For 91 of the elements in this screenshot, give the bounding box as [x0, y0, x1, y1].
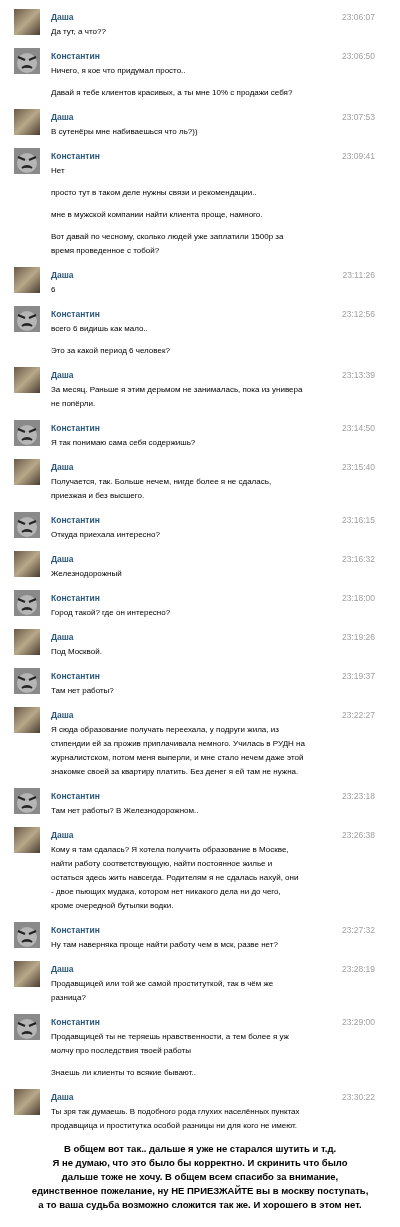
- message-time: 23:06:07: [341, 12, 375, 22]
- sender-name[interactable]: Константин: [51, 515, 100, 525]
- message-text: 6: [51, 284, 57, 296]
- avatar-photo-placeholder[interactable]: [14, 459, 40, 485]
- avatar-face-icon[interactable]: [14, 420, 40, 446]
- message-text: Вот давай по чесному, сколько людей уже заплатили 1500р за время проведенное с тобой?: [51, 231, 285, 257]
- message-time: 23:09:41: [341, 151, 375, 161]
- message-text: Ничего, я кое что придумал просто..: [51, 65, 187, 77]
- message-text: Кому я там сдалась? Я хотела получить образование в Москве, найти работу соответствующую, найти постоянное жилье и остаться здесь жить навсегда. Родителям я не сдалась нахуй, они - двое пьющих мудака, котором нет никакого дела ни до чего, кроме очередной бутылки водки.: [51, 844, 300, 912]
- avatar-face-icon[interactable]: [14, 668, 40, 694]
- avatar-photo-placeholder[interactable]: [14, 267, 40, 293]
- message-time: 23:22:27: [341, 710, 375, 720]
- avatar-photo-placeholder[interactable]: [14, 109, 40, 135]
- sender-name[interactable]: Даша: [51, 632, 74, 642]
- avatar-photo-placeholder[interactable]: [14, 827, 40, 853]
- message-text: Давай я тебе клиентов красивых, а ты мне 10% с продажи себя?: [51, 87, 294, 99]
- avatar-photo-placeholder[interactable]: [14, 551, 40, 577]
- sender-name[interactable]: Константин: [51, 151, 100, 161]
- avatar-face-icon[interactable]: [14, 1014, 40, 1040]
- avatar-face-icon[interactable]: [14, 48, 40, 74]
- sender-name[interactable]: Даша: [51, 370, 74, 380]
- sender-name[interactable]: Даша: [51, 112, 74, 122]
- message-text: Нет: [51, 165, 66, 177]
- message-text: Да тут, а что??: [51, 26, 107, 38]
- caption-text: В общем вот так.. дальше я уже не старался шутить и т.д. Я не думаю, что это было бы корректно. И скринить что было дальше тоже не хочу. В общем всем спасибо за внимание, единственное пожелание, ну НЕ ПРИЕЗЖАЙТЕ вы в москву поступать, а то ваша судьба возможно сложится так же. И хорошего в этом нет.: [30, 1142, 370, 1212]
- message-time: 23:16:15: [341, 515, 375, 525]
- message-text: Откуда приехала интересно?: [51, 529, 161, 541]
- sender-name[interactable]: Константин: [51, 925, 100, 935]
- message-text: Продавщицей ты не теряешь нравственности, а тем более я уж молчу про последствия твоей работы: [51, 1031, 290, 1057]
- message-time: 23:12:56: [341, 309, 375, 319]
- sender-name[interactable]: Константин: [51, 791, 100, 801]
- message-time: 23:11:26: [342, 270, 375, 280]
- message-time: 23:06:50: [341, 51, 375, 61]
- message-time: 23:18:00: [341, 593, 375, 603]
- avatar-photo-placeholder[interactable]: [14, 1089, 40, 1115]
- sender-name[interactable]: Константин: [51, 671, 100, 681]
- message-text: За месяц. Раньше я этим дерьмом не занималась, пока из универа не попёрли.: [51, 384, 304, 410]
- avatar-face-icon[interactable]: [14, 512, 40, 538]
- avatar-face-icon[interactable]: [14, 788, 40, 814]
- message-text: Там нет работы? В Железнодорожном..: [51, 805, 200, 817]
- message-text: Ну там наверняка проще найти работу чем в мск, разве нет?: [51, 939, 279, 951]
- sender-name[interactable]: Константин: [51, 423, 100, 433]
- message-time: 23:13:39: [341, 370, 375, 380]
- sender-name[interactable]: Константин: [51, 309, 100, 319]
- avatar-face-icon[interactable]: [14, 590, 40, 616]
- message-text: Получается, так. Больше нечем, нигде более я не сдалась, приезжая и без высшего.: [51, 476, 273, 502]
- sender-name[interactable]: Константин: [51, 51, 100, 61]
- message-time: 23:19:26: [341, 632, 375, 642]
- message-text: Знаешь ли клиенты то всякие бывают..: [51, 1067, 197, 1079]
- message-text: Ты зря так думаешь. В подобного рода глухих населённых пунктах продавщица и проститутка особой разницы ни для кого не имеют.: [51, 1106, 301, 1132]
- sender-name[interactable]: Даша: [51, 270, 74, 280]
- message-time: 23:28:19: [341, 964, 375, 974]
- avatar-photo-placeholder[interactable]: [14, 367, 40, 393]
- message-time: 23:19:37: [341, 671, 375, 681]
- message-time: 23:15:40: [341, 462, 375, 472]
- message-text: Под Москвой.: [51, 646, 103, 658]
- avatar-photo-placeholder[interactable]: [14, 961, 40, 987]
- message-time: 23:30:22: [341, 1092, 375, 1102]
- message-time: 23:14:50: [341, 423, 375, 433]
- message-text: Там нет работы?: [51, 685, 115, 697]
- message-time: 23:23:18: [341, 791, 375, 801]
- avatar-face-icon[interactable]: [14, 148, 40, 174]
- message-text: Продавщицей или той же самой проституткой, так в чём же разница?: [51, 978, 275, 1004]
- sender-name[interactable]: Даша: [51, 710, 74, 720]
- sender-name[interactable]: Даша: [51, 554, 74, 564]
- message-text: Я сюда образование получать переехала, у подруги жила, из стипендии ей за прожив приплачивала немного. Училась в РУДН на журналистском, потом меня выперли, и мне стало нечем даже этой знакомке своей за квартиру платить. Без денег я ей там не нужна.: [51, 724, 306, 778]
- message-text: В сутенёры мне набиваешься что ль?)): [51, 126, 199, 138]
- sender-name[interactable]: Даша: [51, 964, 74, 974]
- message-time: 23:27:32: [341, 925, 375, 935]
- message-text: мне в мужской компании найти клиента проще, намного.: [51, 209, 264, 221]
- avatar-face-icon[interactable]: [14, 922, 40, 948]
- sender-name[interactable]: Даша: [51, 12, 74, 22]
- sender-name[interactable]: Даша: [51, 830, 74, 840]
- sender-name[interactable]: Даша: [51, 1092, 74, 1102]
- sender-name[interactable]: Константин: [51, 593, 100, 603]
- avatar-face-icon[interactable]: [14, 306, 40, 332]
- message-text: Я так понимаю сама себя содержишь?: [51, 437, 197, 449]
- message-time: 23:29:00: [341, 1017, 375, 1027]
- message-time: 23:07:53: [341, 112, 375, 122]
- avatar-photo-placeholder[interactable]: [14, 629, 40, 655]
- message-time: 23:16:32: [341, 554, 375, 564]
- message-text: Это за какой период 6 человек?: [51, 345, 171, 357]
- avatar-photo-placeholder[interactable]: [14, 707, 40, 733]
- sender-name[interactable]: Даша: [51, 462, 74, 472]
- avatar-photo-placeholder[interactable]: [14, 9, 40, 35]
- message-text: Железнодорожный: [51, 568, 123, 580]
- message-text: Город такой? где он интересно?: [51, 607, 172, 619]
- sender-name[interactable]: Константин: [51, 1017, 100, 1027]
- message-text: просто тут в таком деле нужны связи и рекомендации..: [51, 187, 258, 199]
- message-text: всего 6 видишь как мало..: [51, 323, 149, 335]
- message-time: 23:26:38: [341, 830, 375, 840]
